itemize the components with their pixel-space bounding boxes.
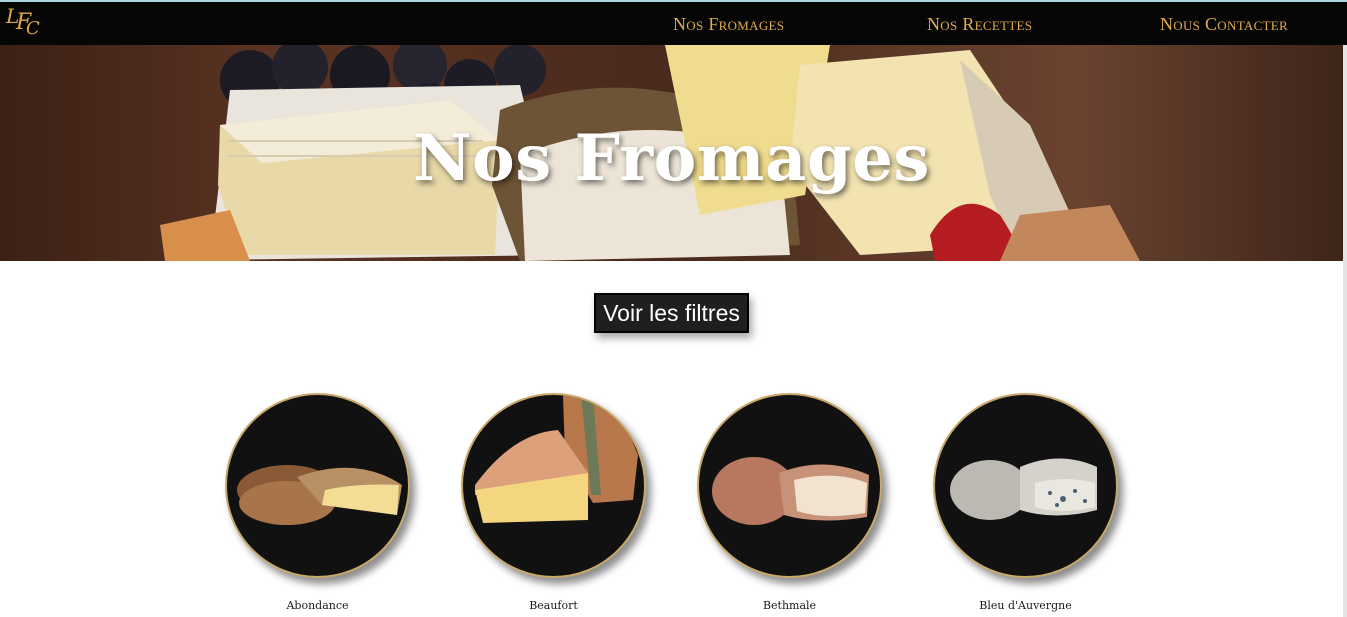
nav-link-contact[interactable]: Nous Contacter [1160, 13, 1288, 35]
cheese-image-beaufort[interactable] [461, 393, 646, 578]
nav-link-recettes[interactable]: Nos Recettes [927, 13, 1032, 35]
page-title: Nos Fromages [413, 121, 930, 196]
cheese-name: Abondance [286, 599, 349, 612]
hero-banner: Nos Fromages [0, 45, 1347, 261]
cheese-bleu-illustration [950, 458, 1097, 520]
vertical-scrollbar[interactable] [1343, 45, 1347, 617]
cheese-abondance-illustration [237, 465, 402, 525]
cheese-name: Bleu d'Auvergne [979, 599, 1072, 612]
cheese-card-abondance[interactable]: Abondance [225, 393, 415, 617]
cheese-beaufort-illustration [475, 395, 638, 523]
cheese-image-abondance[interactable] [225, 393, 410, 578]
cheese-card-bethmale[interactable]: Bethmale [697, 393, 887, 617]
cheese-card-beaufort[interactable]: Beaufort [461, 393, 651, 617]
cheese-name: Bethmale [762, 599, 817, 612]
cheese-image-bleu-d-auvergne[interactable] [933, 393, 1118, 578]
top-navbar: L F C Nos Fromages Nos Recettes Nous Con… [0, 2, 1347, 45]
cheese-bethmale-illustration [712, 457, 869, 525]
cheese-image-bethmale[interactable] [697, 393, 882, 578]
logo-letter-c: C [26, 18, 40, 39]
show-filters-button[interactable]: Voir les filtres [594, 293, 749, 333]
cheese-name: Beaufort [529, 599, 578, 612]
nav-link-fromages[interactable]: Nos Fromages [673, 13, 784, 35]
site-logo[interactable]: L F C [6, 6, 42, 42]
cheese-card-bleu-d-auvergne[interactable]: Bleu d'Auvergne [933, 393, 1123, 617]
